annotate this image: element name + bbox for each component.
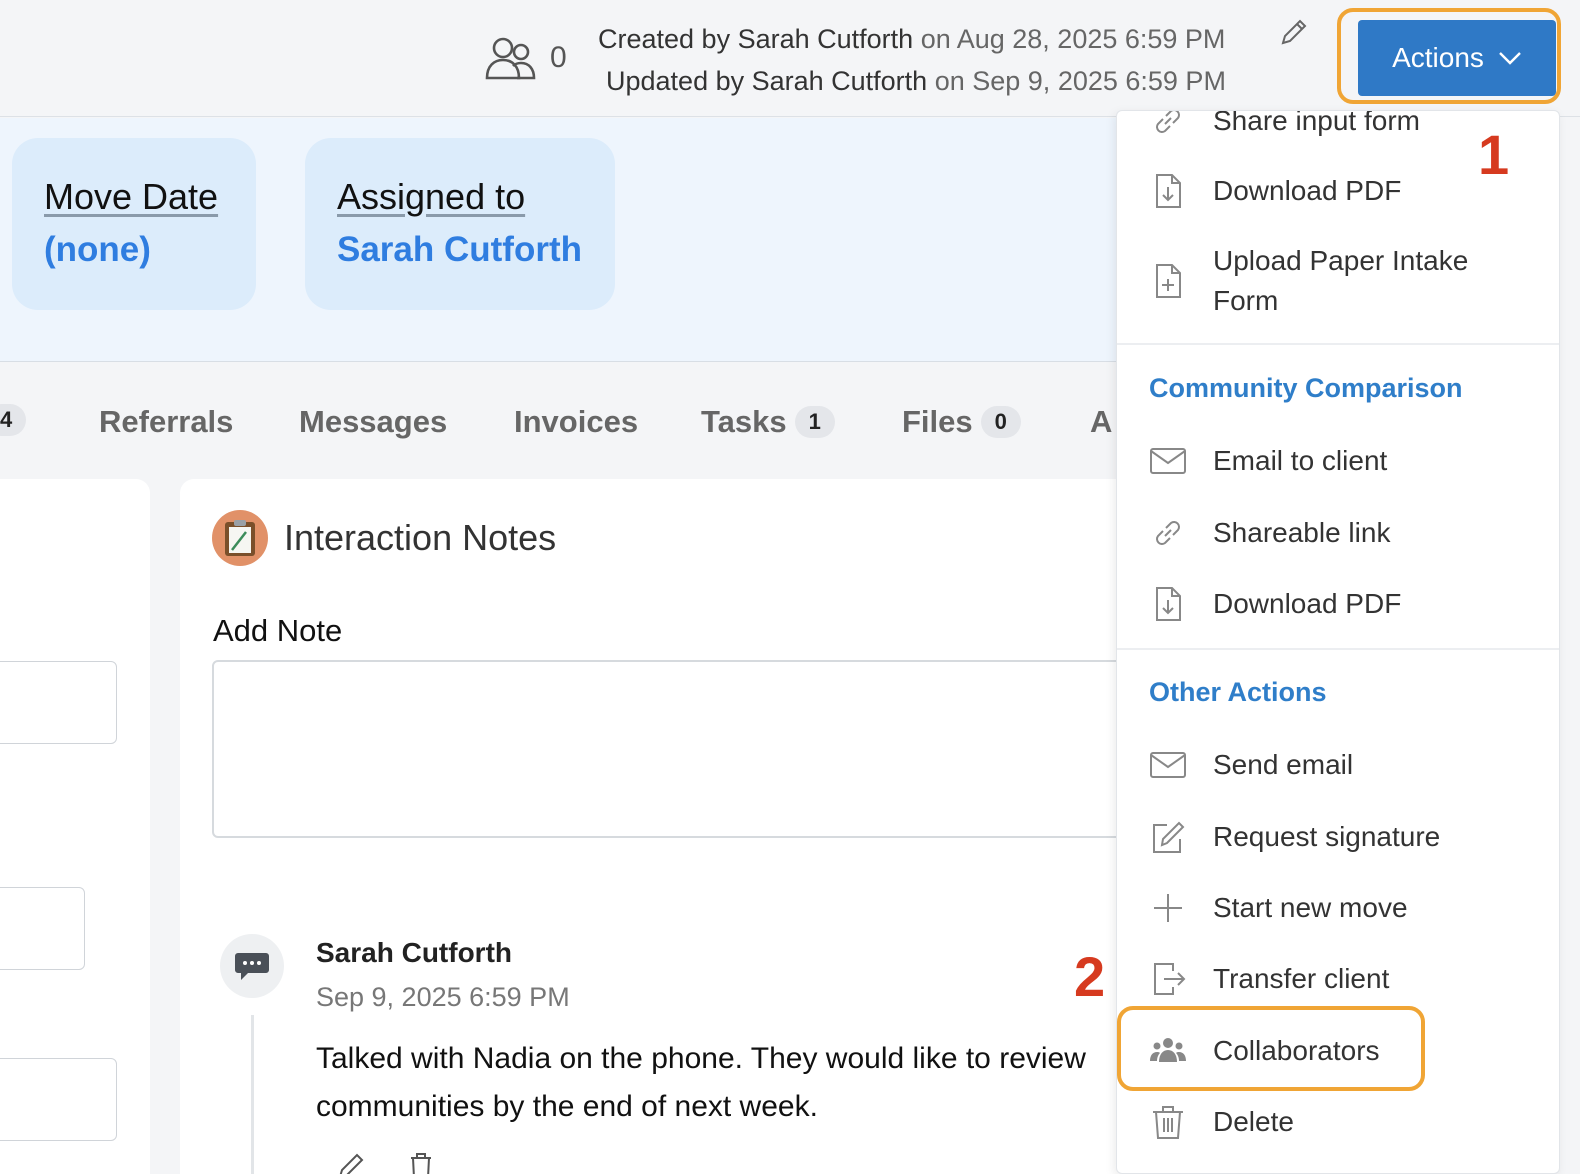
note-avatar xyxy=(220,934,284,998)
tab-label: Invoices xyxy=(514,404,639,439)
menu-item-email-to-client[interactable]: Email to client xyxy=(1117,439,1559,483)
file-download-icon xyxy=(1156,174,1181,208)
created-line: Created by Sarah Cutforth on Aug 28, 202… xyxy=(598,18,1226,60)
notes-title: Interaction Notes xyxy=(284,517,557,558)
tab-messages[interactable]: Messages xyxy=(299,404,447,440)
left-field[interactable] xyxy=(0,887,85,970)
link-icon xyxy=(1156,111,1180,133)
trash-icon xyxy=(1153,1106,1183,1139)
menu-divider xyxy=(1117,648,1559,650)
menu-item-label: Download PDF xyxy=(1213,588,1402,619)
clipboard-icon xyxy=(212,510,268,566)
tab-label: A xyxy=(1090,404,1113,439)
updated-line: Updated by Sarah Cutforth on Sep 9, 2025… xyxy=(598,60,1226,102)
menu-item-label: Request signature xyxy=(1213,821,1441,852)
menu-item-label: Send email xyxy=(1213,749,1354,780)
section-other-actions: Other Actions xyxy=(1149,677,1327,707)
move-date-label: Move Date xyxy=(44,176,219,217)
created-date: on Aug 28, 2025 6:59 PM xyxy=(920,24,1226,54)
tab-label: Tasks xyxy=(701,404,787,439)
note-tools xyxy=(336,1151,436,1174)
menu-item-delete[interactable]: Delete xyxy=(1117,1100,1559,1144)
chat-bubble-icon xyxy=(235,953,269,980)
updated-by: Updated by Sarah Cutforth xyxy=(606,66,928,96)
annotation-step-1: 1 xyxy=(1478,123,1510,186)
left-field[interactable] xyxy=(0,1058,117,1141)
tab-label: Messages xyxy=(299,404,448,439)
actions-highlight xyxy=(1337,8,1561,104)
tab-badge: 0 xyxy=(980,406,1021,438)
move-date-card[interactable]: Move Date (none) xyxy=(12,138,256,310)
plus-icon xyxy=(1154,894,1182,922)
edit-pencil-icon[interactable] xyxy=(1279,17,1309,47)
users-icon xyxy=(485,37,536,80)
left-panel xyxy=(0,479,150,1174)
record-header: 0 Created by Sarah Cutforth on Aug 28, 2… xyxy=(0,0,1580,117)
menu-item-label: Share input form xyxy=(1213,110,1420,136)
add-note-label: Add Note xyxy=(213,613,343,648)
menu-item-label: Upload Paper Intake Form xyxy=(1213,245,1469,316)
summary-panel: Move Date (none) Assigned to Sarah Cutfo… xyxy=(0,118,1120,362)
envelope-icon xyxy=(1150,752,1186,778)
record-tabs: 4 Referrals Messages Invoices Tasks 1 Fil… xyxy=(0,392,1120,458)
menu-item-label: Download PDF xyxy=(1213,175,1402,206)
tab-more[interactable]: A xyxy=(1090,404,1112,440)
tab-badge: 4 xyxy=(0,404,27,436)
tab-partial[interactable]: 4 xyxy=(0,404,27,436)
assigned-to-value[interactable]: Sarah Cutforth xyxy=(337,230,615,270)
edit-note-icon[interactable] xyxy=(336,1151,366,1174)
tab-invoices[interactable]: Invoices xyxy=(514,404,638,440)
note-author: Sarah Cutforth xyxy=(316,937,512,968)
notes-header: Interaction Notes xyxy=(212,509,556,567)
pencil-square-icon xyxy=(1153,821,1185,853)
note-date: Sep 9, 2025 6:59 PM xyxy=(316,982,570,1012)
menu-item-label: Shareable link xyxy=(1213,517,1391,548)
menu-item-start-new-move[interactable]: Start new move xyxy=(1117,886,1559,930)
menu-item-label: Start new move xyxy=(1213,892,1408,923)
link-icon xyxy=(1156,521,1180,545)
exit-icon xyxy=(1154,963,1186,995)
menu-item-upload-paper-intake[interactable]: Upload Paper Intake Form xyxy=(1117,241,1559,321)
record-meta: Created by Sarah Cutforth on Aug 28, 202… xyxy=(598,18,1226,102)
tab-tasks[interactable]: Tasks 1 xyxy=(701,404,835,440)
collaborator-counter[interactable]: 0 xyxy=(484,34,567,82)
file-plus-icon xyxy=(1156,264,1181,298)
assigned-to-label: Assigned to xyxy=(337,176,526,217)
menu-item-shareable-link[interactable]: Shareable link xyxy=(1117,511,1559,555)
note-text: Talked with Nadia on the phone. They wou… xyxy=(316,1042,1086,1123)
menu-item-download-pdf-comparison[interactable]: Download PDF xyxy=(1117,582,1559,626)
menu-divider xyxy=(1117,343,1559,345)
section-community-comparison: Community Comparison xyxy=(1149,373,1463,403)
tab-files[interactable]: Files 0 xyxy=(902,404,1021,440)
menu-item-transfer-client[interactable]: Transfer client xyxy=(1117,957,1559,1001)
tab-referrals[interactable]: Referrals xyxy=(99,404,233,440)
assigned-to-card[interactable]: Assigned to Sarah Cutforth xyxy=(305,138,615,310)
collaborators-highlight xyxy=(1117,1006,1425,1091)
tab-badge: 1 xyxy=(794,406,835,438)
add-note-input[interactable] xyxy=(212,660,1140,838)
tab-label: Files xyxy=(902,404,973,439)
file-download-icon xyxy=(1156,587,1181,621)
left-field[interactable] xyxy=(0,661,117,744)
interaction-notes-panel: Interaction Notes Add Note Sarah Cutfort… xyxy=(180,479,1140,1174)
collaborator-count: 0 xyxy=(550,41,567,74)
move-date-value: (none) xyxy=(44,230,151,269)
menu-item-label: Transfer client xyxy=(1213,963,1390,994)
menu-item-request-signature[interactable]: Request signature xyxy=(1117,815,1559,859)
envelope-icon xyxy=(1150,448,1186,474)
menu-item-label: Delete xyxy=(1213,1106,1294,1137)
menu-item-send-email[interactable]: Send email xyxy=(1117,743,1559,787)
annotation-step-2: 2 xyxy=(1074,945,1106,1008)
created-by: Created by Sarah Cutforth xyxy=(598,24,914,54)
tab-label: Referrals xyxy=(99,404,234,439)
updated-date: on Sep 9, 2025 6:59 PM xyxy=(934,66,1226,96)
note-timeline xyxy=(251,1015,254,1174)
menu-item-label: Email to client xyxy=(1213,445,1388,476)
delete-note-icon[interactable] xyxy=(406,1151,436,1174)
